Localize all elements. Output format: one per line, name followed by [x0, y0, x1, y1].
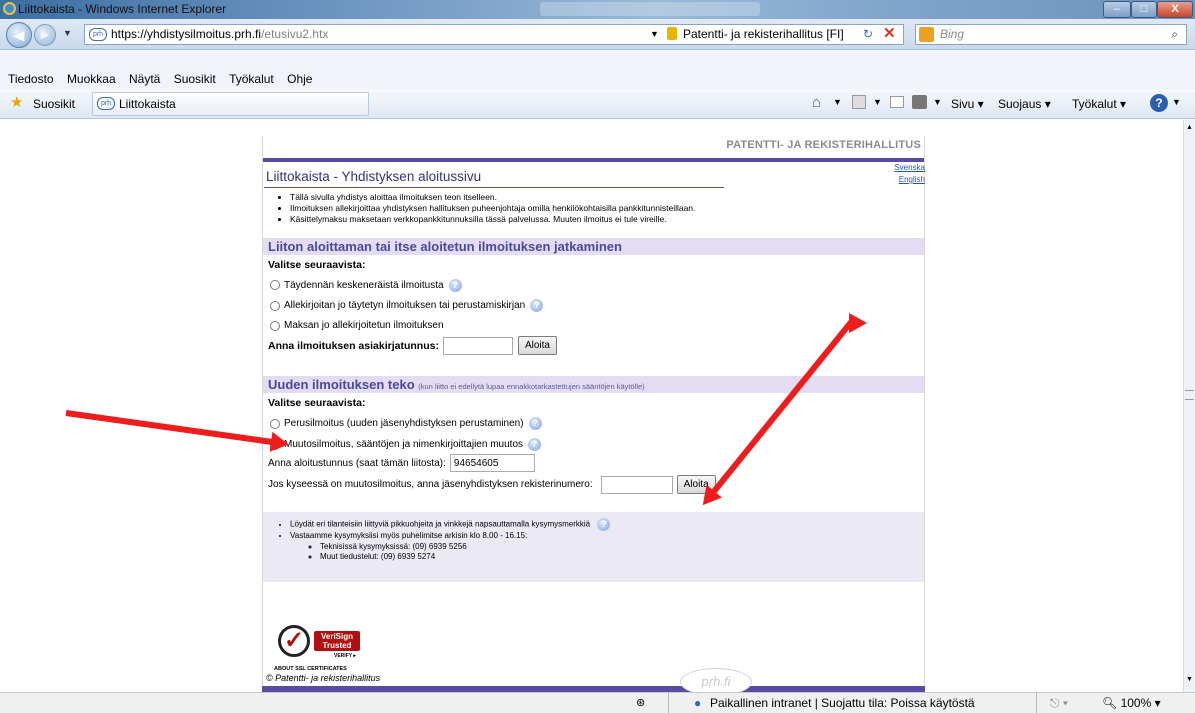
checkmark-icon: ✓ — [278, 625, 310, 657]
history-dropdown-icon[interactable]: ▼ — [63, 28, 72, 38]
refresh-icon[interactable]: ↻ — [863, 25, 873, 44]
address-bar-row: ◀ ▶ ▼ prh https://yhdistysilmoitus.prh.f… — [0, 19, 1195, 50]
url-text: https://yhdistysilmoitus.prh.fi/etusivu2… — [111, 27, 329, 41]
protected-mode-icon[interactable]: ⎋ ▾ — [1050, 693, 1068, 713]
print-dropdown-icon[interactable]: ▼ — [933, 97, 942, 107]
status-bar: ⊛ ● Paikallinen intranet | Suojattu tila… — [0, 692, 1195, 713]
radio-circle[interactable] — [270, 320, 280, 331]
zone-text: Paikallinen intranet | Suojattu tila: Po… — [710, 696, 975, 710]
menu-item-ohje[interactable]: Ohje — [287, 72, 312, 86]
search-icon[interactable]: ⌕ — [1171, 25, 1178, 44]
spacer — [0, 50, 1195, 69]
help-dropdown-icon[interactable]: ▼ — [1172, 97, 1181, 107]
search-placeholder: Bing — [940, 27, 965, 41]
feeds-dropdown-icon[interactable]: ▼ — [873, 97, 882, 107]
help-menu-icon[interactable]: ? — [1150, 94, 1168, 112]
minimize-button[interactable]: – — [1103, 1, 1131, 18]
menu-bar: Tiedosto Muokkaa Näytä Suosikit Työkalut… — [0, 69, 1195, 89]
menu-item-tiedosto[interactable]: Tiedosto — [8, 72, 54, 86]
safety-menu-label: Suojaus — [998, 97, 1042, 111]
globe-icon: ● — [694, 696, 702, 710]
lock-icon[interactable] — [667, 27, 677, 40]
page-viewport: PATENTTI- JA REKISTERIHALLITUS Svenska E… — [0, 120, 1183, 692]
page-menu-label: Sivu — [951, 97, 975, 111]
radio-circle[interactable] — [270, 418, 280, 429]
home-dropdown-icon[interactable]: ▼ — [833, 97, 842, 107]
close-button[interactable]: X — [1157, 1, 1193, 18]
title-blur — [540, 2, 760, 16]
copyright: © Patentti- ja rekisterihallitus — [266, 673, 381, 683]
favorites-button[interactable]: Suosikit — [33, 97, 75, 111]
ssl-about-link[interactable]: ABOUT SSL CERTIFICATES — [274, 666, 347, 672]
menu-item-suosikit[interactable]: Suosikit — [174, 72, 216, 86]
page-menu[interactable]: Sivu ▾ — [951, 97, 984, 111]
site-identity[interactable]: Patentti- ja rekisterihallitus [FI] — [683, 25, 889, 44]
scroll-thumb-grip[interactable] — [1185, 390, 1194, 400]
safety-menu[interactable]: Suojaus ▾ — [998, 97, 1051, 111]
url-dropdown-icon[interactable]: ▼ — [650, 25, 659, 44]
stop-icon[interactable]: ✕ — [883, 24, 896, 43]
vertical-scrollbar[interactable]: ▲ ▼ — [1183, 120, 1195, 692]
forward-button[interactable]: ▶ — [34, 24, 56, 46]
page-panel: PATENTTI- JA REKISTERIHALLITUS Svenska E… — [262, 136, 925, 692]
tab-favicon-icon: prh — [97, 97, 115, 110]
menu-item-tyokalut[interactable]: Työkalut — [229, 72, 274, 86]
maximize-button[interactable]: □ — [1131, 1, 1157, 18]
address-field[interactable]: prh https://yhdistysilmoitus.prh.fi/etus… — [84, 24, 904, 45]
title-bar: Liittokaista - Windows Internet Explorer… — [0, 0, 1195, 19]
zoom-control[interactable]: 🔍︎ 100% ▾ — [1102, 693, 1161, 713]
feeds-icon[interactable] — [852, 95, 866, 109]
radio-circle[interactable] — [270, 300, 280, 311]
tab-label: Liittokaista — [119, 97, 176, 111]
verisign-seal[interactable]: ✓ VeriSign Trusted VERIFY ▸ ABOUT SSL CER… — [272, 611, 382, 681]
ie-icon — [3, 2, 16, 15]
lang-english-link[interactable]: English — [899, 175, 925, 184]
radio-circle[interactable] — [270, 280, 280, 290]
tools-menu-label: Työkalut — [1072, 97, 1117, 111]
browser-window: Liittokaista - Windows Internet Explorer… — [0, 0, 1195, 713]
language-links: Svenska English — [894, 162, 925, 186]
window-title: Liittokaista - Windows Internet Explorer — [18, 2, 227, 16]
site-favicon-icon: prh — [89, 28, 107, 41]
lang-svenska-link[interactable]: Svenska — [894, 163, 925, 172]
privacy-icon[interactable]: ⊛ — [636, 693, 645, 713]
status-divider — [668, 693, 669, 713]
scroll-up-icon[interactable]: ▲ — [1186, 124, 1193, 131]
star-icon: ★ — [10, 94, 24, 111]
menu-item-nayta[interactable]: Näytä — [129, 72, 160, 86]
page-border — [262, 136, 925, 692]
back-button[interactable]: ◀ — [6, 22, 32, 48]
menu-item-muokkaa[interactable]: Muokkaa — [67, 72, 116, 86]
mail-icon[interactable] — [890, 96, 904, 108]
home-icon[interactable]: ⌂ — [812, 94, 821, 111]
scroll-down-icon[interactable]: ▼ — [1186, 676, 1193, 683]
verisign-trusted: Trusted — [322, 641, 352, 650]
verisign-badge: VeriSign Trusted — [314, 631, 360, 651]
bing-icon — [919, 27, 934, 42]
red-arrow-left — [65, 410, 278, 446]
status-divider — [1036, 693, 1037, 713]
search-field[interactable]: Bing ⌕ — [915, 24, 1187, 45]
verisign-text: VeriSign — [320, 632, 353, 641]
tools-menu[interactable]: Työkalut ▾ — [1072, 97, 1126, 111]
favorites-bar: ★ Suosikit prh Liittokaista ⌂ ▼ ▼ ▼ Sivu… — [0, 89, 1195, 119]
print-icon[interactable] — [912, 95, 927, 109]
zoom-level: 100% — [1120, 696, 1152, 710]
verisign-verify: VERIFY ▸ — [334, 653, 356, 659]
tab-liittokaista[interactable]: prh Liittokaista — [92, 92, 369, 116]
prh-logo: prh.fi — [680, 668, 752, 692]
